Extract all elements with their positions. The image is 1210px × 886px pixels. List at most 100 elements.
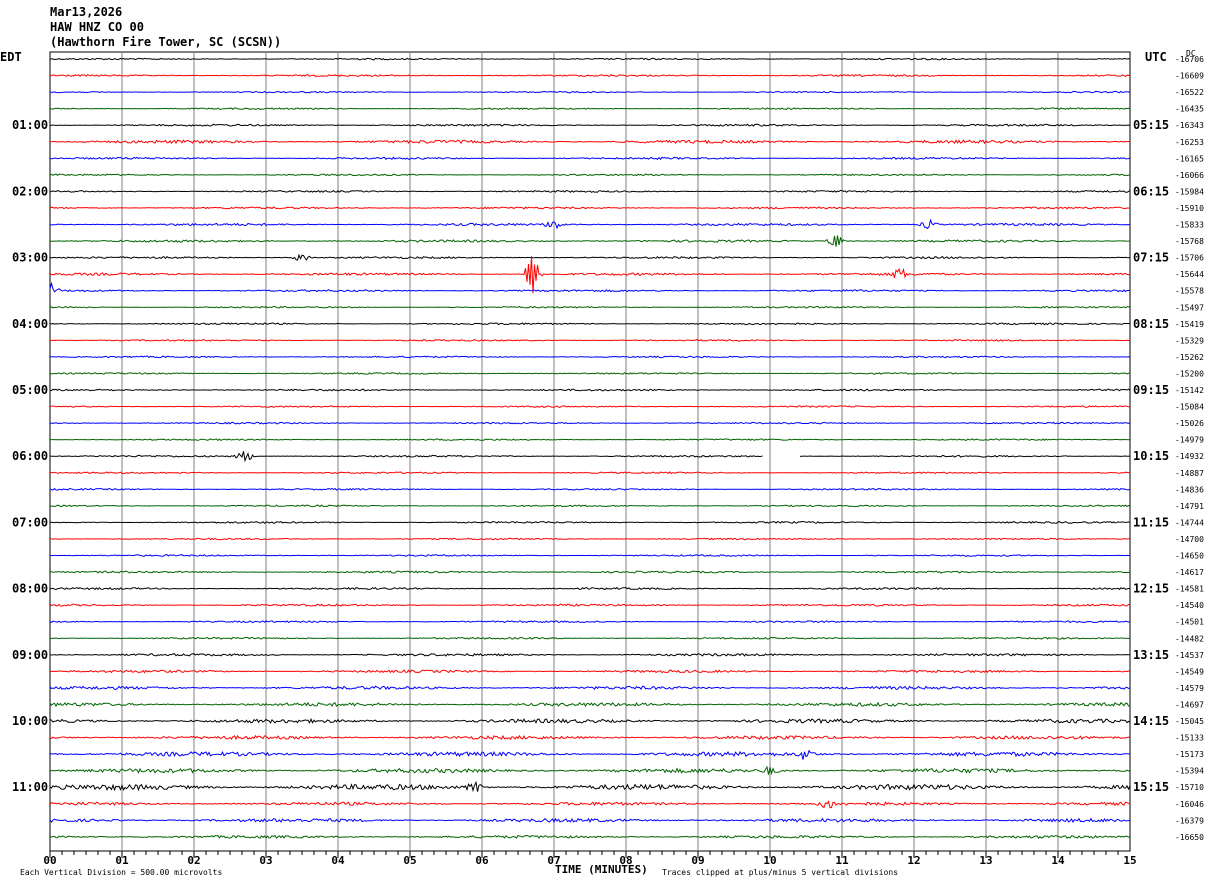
trace-line — [49, 438, 1131, 442]
trace-line — [49, 139, 1131, 145]
dc-offset-label: -14537 — [1175, 651, 1204, 660]
right-hour-label: 05:15 — [1133, 118, 1169, 132]
dc-offset-label: -15262 — [1175, 353, 1204, 362]
dc-offset-label: -15644 — [1175, 270, 1204, 279]
trace-line — [50, 90, 1131, 94]
dc-offset-label: -15026 — [1175, 419, 1204, 428]
trace-line — [49, 734, 1131, 741]
channel-label: HAW HNZ CO 00 — [50, 20, 144, 34]
x-tick-label: 01 — [115, 854, 129, 867]
scale-note: Each Vertical Division = 500.00 microvol… — [20, 868, 222, 877]
trace-line — [49, 487, 1131, 491]
trace-line — [49, 173, 1131, 177]
trace-line — [49, 107, 1131, 111]
right-hour-label: 10:15 — [1133, 449, 1169, 463]
right-hour-label: 07:15 — [1133, 251, 1169, 265]
trace-line — [49, 520, 1131, 524]
x-tick-label: 04 — [331, 854, 345, 867]
dc-offset-label: -14549 — [1175, 667, 1204, 676]
plot-frame — [49, 51, 1131, 852]
dc-offset-label: -14836 — [1175, 485, 1204, 494]
dc-offset-label: -16435 — [1175, 105, 1204, 114]
trace-line — [49, 253, 1131, 261]
trace-line — [49, 322, 1131, 326]
x-tick-label: 15 — [1123, 854, 1136, 867]
trace-line — [49, 701, 1131, 708]
dc-offset-label: -16609 — [1175, 72, 1204, 81]
right-timezone-label: UTC — [1145, 50, 1167, 64]
dc-offset-label: -16165 — [1175, 154, 1204, 163]
trace-line — [50, 554, 1130, 557]
trace-line — [49, 156, 1131, 161]
right-hour-label: 14:15 — [1133, 714, 1169, 728]
dc-offset-label: -14744 — [1175, 518, 1204, 527]
dc-offset-label: -14791 — [1175, 502, 1204, 511]
x-tick-label: 05 — [403, 854, 416, 867]
left-hour-label: 06:00 — [12, 449, 48, 463]
right-hour-label: 13:15 — [1133, 648, 1169, 662]
x-tick-label: 13 — [979, 854, 992, 867]
left-hour-label: 02:00 — [12, 184, 48, 198]
dc-offset-label: -16522 — [1175, 88, 1204, 97]
dc-offset-label: -15984 — [1175, 187, 1204, 196]
dc-offset-label: -14650 — [1175, 552, 1204, 561]
trace-line — [49, 74, 1131, 78]
dc-offset-label: -14581 — [1175, 585, 1204, 594]
trace-line — [49, 636, 1131, 640]
right-hour-label: 09:15 — [1133, 383, 1169, 397]
x-tick-label: 12 — [907, 854, 920, 867]
trace-line — [49, 834, 1131, 839]
trace-line — [49, 620, 1131, 624]
trace-line — [50, 471, 1131, 475]
right-hour-label: 08:15 — [1133, 317, 1169, 331]
dc-offset-label: -16253 — [1175, 138, 1204, 147]
trace-line — [49, 653, 1131, 657]
clip-note: Traces clipped at plus/minus 5 vertical … — [662, 868, 898, 877]
left-hour-label: 09:00 — [12, 648, 48, 662]
trace-line — [49, 800, 1131, 809]
x-axis-label: TIME (MINUTES) — [555, 863, 648, 876]
x-tick-label: 06 — [475, 854, 489, 867]
x-tick-label: 03 — [259, 854, 272, 867]
dc-offset-label: -15419 — [1175, 320, 1204, 329]
left-hour-label: 08:00 — [12, 582, 48, 596]
dc-offset-label: -16046 — [1175, 800, 1204, 809]
dc-offset-label: -14700 — [1175, 535, 1204, 544]
dc-offset-label: -15578 — [1175, 287, 1204, 296]
dc-offset-label: -15329 — [1175, 336, 1204, 345]
x-tick-label: 00 — [43, 854, 56, 867]
dc-offset-label: -15045 — [1175, 717, 1204, 726]
dc-offset-label: -14932 — [1175, 452, 1204, 461]
right-hour-label: 15:15 — [1133, 780, 1169, 794]
dc-offset-label: -14579 — [1175, 684, 1204, 693]
trace-line — [49, 685, 1131, 691]
dc-offset-label: -16066 — [1175, 171, 1204, 180]
date-label: Mar13,2026 — [50, 5, 122, 19]
trace-line — [49, 421, 1131, 425]
traces — [49, 57, 1131, 839]
dc-offset-label: -16650 — [1175, 833, 1204, 842]
right-hour-label: 11:15 — [1133, 515, 1169, 529]
dc-offset-label: -15084 — [1175, 403, 1204, 412]
trace-line — [49, 218, 1131, 230]
trace-line — [49, 537, 1131, 541]
trace-line — [49, 235, 1131, 247]
dc-offset-label: -15710 — [1175, 783, 1204, 792]
dc-offset-label: -15768 — [1175, 237, 1204, 246]
trace-line — [49, 305, 1131, 309]
trace-line — [49, 669, 1131, 674]
dc-offset-label: -15910 — [1175, 204, 1204, 213]
dc-offset-label: -15706 — [1175, 254, 1204, 263]
x-tick-label: 02 — [187, 854, 200, 867]
x-tick-label: 09 — [691, 854, 704, 867]
left-hour-label: 07:00 — [12, 515, 48, 529]
dc-offset-label: -14697 — [1175, 700, 1204, 709]
x-tick-label: 14 — [1051, 854, 1065, 867]
trace-line — [49, 123, 1131, 127]
dc-offset-label: -14617 — [1175, 568, 1204, 577]
trace-line — [49, 451, 1131, 463]
dc-offset-label: -15497 — [1175, 303, 1204, 312]
trace-line — [49, 206, 1131, 210]
trace-line — [49, 256, 1131, 294]
dc-offset-label: -15394 — [1175, 767, 1204, 776]
